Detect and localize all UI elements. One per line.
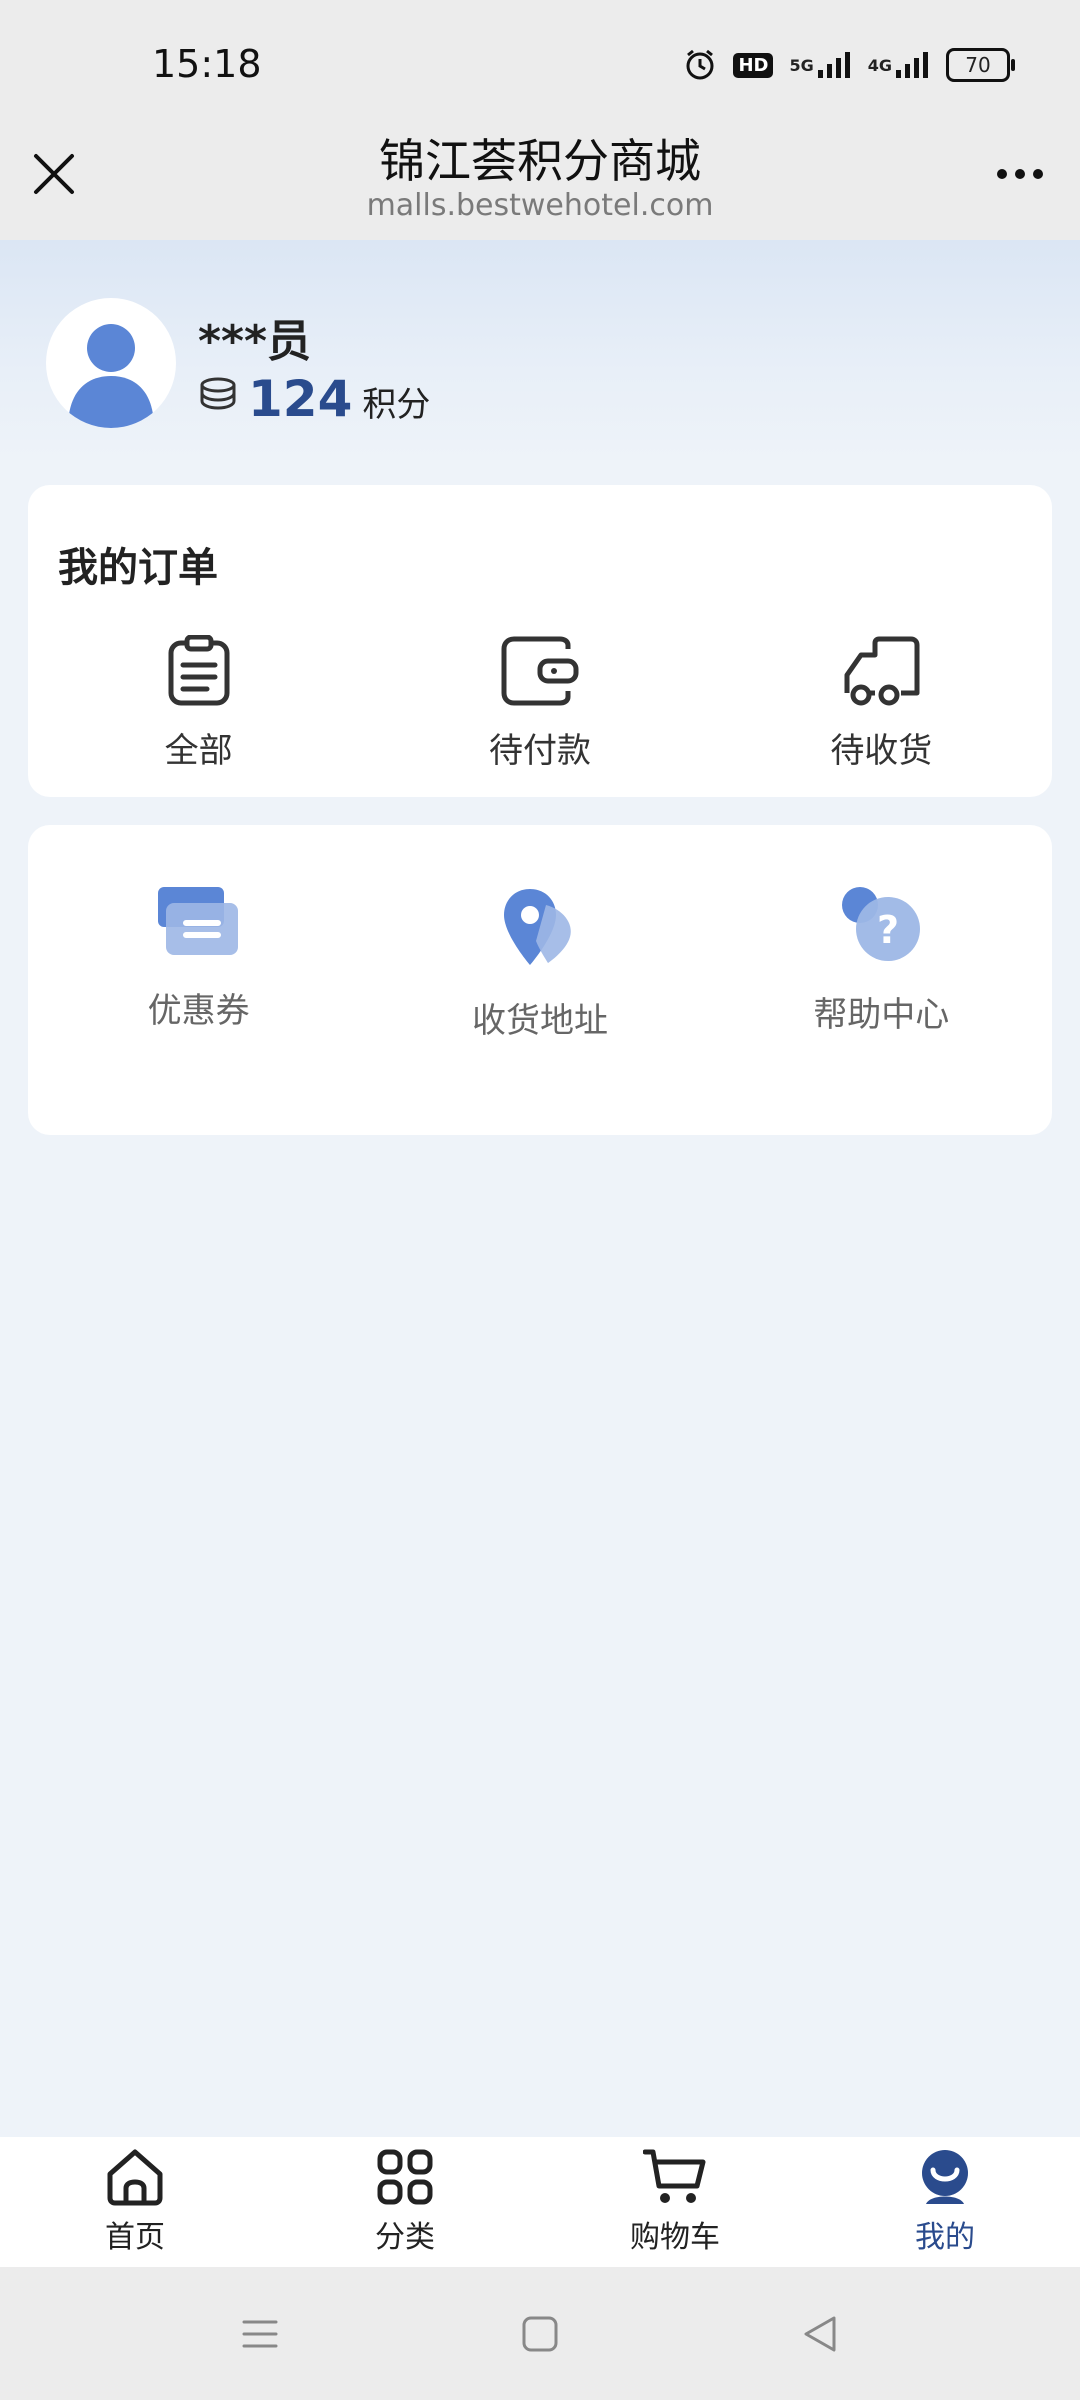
category-grid-icon [377,2149,433,2205]
tab-home[interactable]: 首页 [35,2148,235,2256]
tab-category[interactable]: 分类 [305,2148,505,2256]
system-nav-bar [0,2267,1080,2400]
address-button[interactable]: 收货地址 [390,885,690,1042]
points-value: 124 [248,370,353,428]
tools-grid: 优惠券 收货地址 ? 帮助中心 [28,885,1052,1042]
address-label: 收货地址 [471,1001,608,1041]
svg-text:?: ? [877,908,899,952]
status-bar: 15:18 HD 5G 4G 70 [0,0,1080,135]
page-url: malls.bestwehotel.com [366,188,714,223]
help-question-icon: ? [842,887,921,961]
home-square-icon[interactable] [520,2314,560,2354]
order-unpaid-label: 待付款 [488,731,591,771]
tab-mine[interactable]: 我的 [845,2148,1045,2256]
status-time: 15:18 [152,42,262,86]
bottom-tabbar: 首页 分类 购物车 我的 [0,2137,1080,2267]
points-unit: 积分 [362,385,431,425]
wallet-icon [501,636,579,706]
tab-category-label: 分类 [375,2220,435,2255]
location-pin-icon [503,889,571,965]
help-label: 帮助中心 [813,995,950,1035]
order-unpaid-button[interactable]: 待付款 [390,635,690,772]
avatar[interactable] [46,298,176,428]
help-button[interactable]: ? 帮助中心 [731,885,1031,1042]
username: ***员 [198,316,312,367]
signal-5g-icon: 5G [789,50,851,80]
more-button[interactable] [990,150,1050,198]
tab-cart[interactable]: 购物车 [575,2148,775,2256]
coupon-icon [157,887,238,955]
user-avatar-icon [68,324,154,428]
coupon-button[interactable]: 优惠券 [49,885,349,1042]
coupon-label: 优惠券 [147,991,250,1031]
order-shipping-label: 待收货 [830,731,933,771]
cart-icon [643,2149,706,2203]
battery-icon: 70 [946,48,1015,82]
home-icon [107,2149,163,2206]
orders-grid: 全部 待付款 待收货 [28,635,1052,772]
more-dot-icon [1015,169,1025,179]
more-dot-icon [997,169,1007,179]
clipboard-icon [168,635,230,706]
order-all-label: 全部 [164,731,233,771]
status-icons: HD 5G 4G 70 [683,48,1015,82]
hd-icon: HD [733,52,774,78]
points-row[interactable]: 124 积分 [198,370,430,428]
coins-icon [200,377,236,410]
tools-card: 优惠券 收货地址 ? 帮助中心 [28,825,1052,1135]
order-all-button[interactable]: 全部 [49,635,349,772]
truck-icon [844,636,920,706]
signal-4g-icon: 4G [868,50,930,80]
orders-card: 我的订单 全部 待付款 待收货 [28,485,1052,797]
page-title: 锦江荟积分商城 [379,134,701,188]
alarm-icon [683,48,717,82]
tab-cart-label: 购物车 [630,2220,720,2255]
tab-mine-label: 我的 [915,2220,975,2255]
tab-home-label: 首页 [105,2220,165,2255]
back-triangle-icon[interactable] [800,2314,840,2354]
orders-title: 我的订单 [58,545,218,591]
menu-icon[interactable] [240,2314,280,2354]
mine-face-icon [922,2150,968,2204]
more-dot-icon [1033,169,1043,179]
order-shipping-button[interactable]: 待收货 [731,635,1031,772]
